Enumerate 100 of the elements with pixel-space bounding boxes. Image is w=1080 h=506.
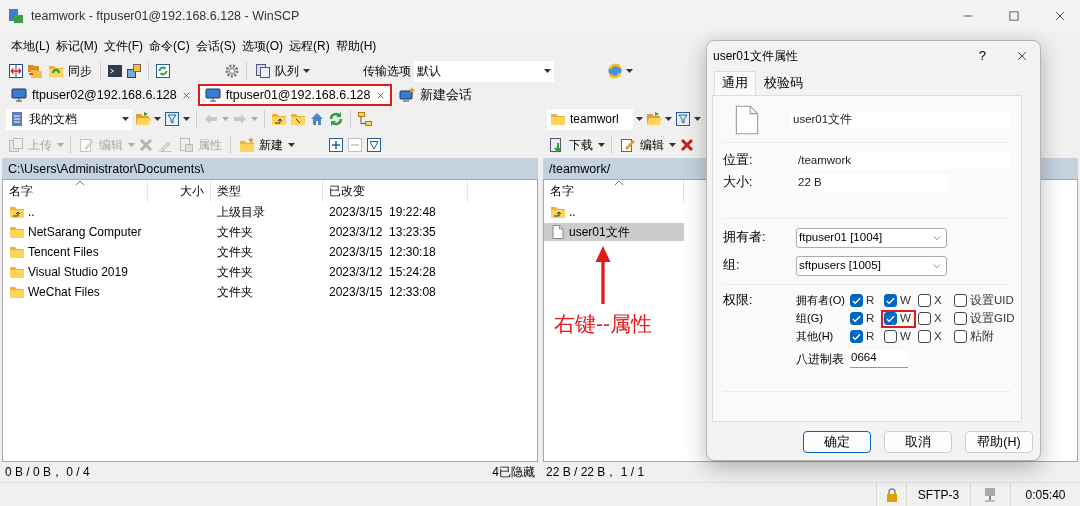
folder-icon: [9, 284, 25, 300]
permission-checkbox[interactable]: R: [847, 327, 880, 346]
file-name[interactable]: WeChat Files: [3, 283, 148, 301]
column-header[interactable]: 名字: [544, 180, 684, 202]
permissions-label: 权限:: [723, 292, 754, 310]
transfer-options-label: 传输选项: [363, 63, 411, 80]
menu-item[interactable]: 选项(O): [238, 35, 286, 57]
queue-button[interactable]: 队列: [253, 61, 312, 81]
selection-status: 0 B / 0 B， 0 / 4: [5, 464, 90, 481]
properties-icon: [178, 137, 194, 153]
permission-checkbox[interactable]: 粘附: [951, 327, 999, 346]
dialog-button[interactable]: 取消: [884, 431, 952, 453]
menu-item[interactable]: 本地(L): [8, 35, 53, 57]
file-name[interactable]: ..: [3, 203, 148, 221]
permission-row-label: 组(G): [796, 311, 824, 327]
modified-cell-text: 2023/3/15 12:30:18: [328, 244, 437, 261]
permission-checkbox[interactable]: X: [915, 327, 947, 346]
filter-icon[interactable]: [164, 111, 180, 127]
session-tab[interactable]: ftpuser01@192.168.6.128: [197, 84, 392, 106]
edit-button[interactable]: 编辑: [618, 135, 666, 155]
dialog-title: user01文件属性: [713, 48, 798, 65]
close-icon[interactable]: [1054, 10, 1066, 22]
download-icon: [549, 137, 565, 153]
location-dropdown[interactable]: 我的文档: [6, 108, 132, 130]
menu-item[interactable]: 文件(F): [100, 35, 146, 57]
column-header[interactable]: 名字: [3, 180, 148, 202]
app-logo-icon: [8, 8, 24, 24]
terminal-icon[interactable]: [107, 63, 123, 79]
computers-icon[interactable]: [126, 63, 142, 79]
sync-button[interactable]: 同步: [46, 61, 94, 81]
type-cell-text: 文件夹: [216, 244, 254, 261]
filter-icon[interactable]: [675, 111, 691, 127]
menu-item[interactable]: 标记(M): [52, 35, 101, 57]
download-button[interactable]: 下载: [547, 135, 595, 155]
delete-icon[interactable]: [679, 137, 695, 153]
monitor-icon: [11, 87, 27, 103]
group-dropdown[interactable]: sftpusers [1005]: [796, 255, 947, 276]
field-value: /teamwork: [796, 151, 1011, 169]
transfer-preset-dropdown[interactable]: 默认: [414, 60, 554, 82]
permission-checkbox[interactable]: W: [881, 309, 916, 328]
session-tab[interactable]: ftpuser02@192.168.6.128: [4, 84, 198, 106]
folder-sync-icon[interactable]: [27, 63, 43, 79]
location-dropdown[interactable]: teamworl: [547, 108, 633, 130]
close-icon[interactable]: [181, 90, 191, 100]
file-name[interactable]: Visual Studio 2019: [3, 263, 148, 281]
checkmark-icon: [851, 295, 862, 306]
menu-item[interactable]: 帮助(H): [332, 35, 380, 57]
owner-dropdown[interactable]: ftpuser01 [1004]: [796, 227, 947, 248]
dialog-tab[interactable]: 通用: [714, 71, 756, 95]
annotation-arrow: [593, 246, 613, 304]
permission-checkbox[interactable]: R: [847, 291, 880, 310]
help-button[interactable]: ?: [978, 46, 986, 66]
maximize-icon[interactable]: [1008, 10, 1020, 22]
file-name[interactable]: NetSarang Computer: [3, 223, 148, 241]
upload-icon: [8, 137, 24, 153]
refresh-icon[interactable]: [328, 111, 344, 127]
refresh-icon[interactable]: [155, 63, 171, 79]
permission-checkbox[interactable]: W: [881, 291, 916, 310]
octal-field[interactable]: 0664: [850, 349, 908, 368]
permission-checkbox[interactable]: 设置GID: [951, 309, 1020, 328]
plus-icon[interactable]: [328, 137, 344, 153]
permission-checkbox[interactable]: W: [881, 327, 916, 346]
compare-icon[interactable]: [8, 63, 24, 79]
close-icon[interactable]: [1016, 50, 1028, 62]
permission-checkbox[interactable]: X: [915, 291, 947, 310]
menu-item[interactable]: 命令(C): [146, 35, 193, 57]
checkmark-icon: [885, 295, 896, 306]
file-name[interactable]: Tencent Files: [3, 243, 148, 261]
modified-cell-text: 2023/3/12 13:23:35: [328, 224, 437, 241]
menu-item[interactable]: 远程(R): [286, 35, 333, 57]
dialog-button[interactable]: 确定: [803, 431, 871, 453]
select-filter-icon[interactable]: [366, 137, 382, 153]
file-name[interactable]: user01文件: [544, 223, 684, 241]
file-icon: [550, 224, 566, 240]
field-value: 22 B: [796, 173, 948, 191]
modified-cell-text: 2023/3/15 12:33:08: [328, 284, 437, 301]
file-name[interactable]: ..: [544, 203, 684, 221]
column-header[interactable]: 大小: [148, 180, 211, 202]
close-icon[interactable]: [375, 90, 385, 100]
menu-item[interactable]: 会话(S): [192, 35, 239, 57]
modified-cell-text: 2023/3/15 19:22:48: [328, 204, 437, 221]
permission-checkbox[interactable]: 设置UID: [951, 291, 1019, 310]
new-button[interactable]: 新建: [237, 135, 285, 155]
file-list[interactable]: 名字 大小 类型 已改变 .. 上级目录 2023/3/15 19:22:48 NetSarang Computer 文件夹 2023/3/12 13:23:35 Tencent Files 文件夹 2023/3/15 12:30:18 Visual Studio 2019 文件夹 2023/3/12 15:24:28 WeChat Files 文件夹 2023/3/15 12:33:08: [2, 179, 538, 462]
session-tab[interactable]: 新建会话: [391, 84, 479, 106]
checkmark-icon: [851, 313, 862, 324]
tree-icon[interactable]: [357, 111, 373, 127]
permission-checkbox[interactable]: X: [915, 309, 947, 328]
dialog-button[interactable]: 帮助(H): [965, 431, 1033, 453]
type-cell-text: 文件夹: [216, 264, 254, 281]
octal-label: 八进制表: [796, 350, 845, 368]
home-icon[interactable]: [309, 111, 325, 127]
parent-directory-icon[interactable]: [271, 111, 287, 127]
permission-checkbox[interactable]: R: [847, 309, 880, 328]
dialog-tab[interactable]: 校验码: [756, 71, 811, 95]
settings-icon[interactable]: [224, 63, 240, 79]
permission-row-label: 其他(H): [796, 329, 835, 345]
column-header[interactable]: 已改变: [323, 180, 468, 202]
column-header[interactable]: 类型: [211, 180, 323, 202]
file-name-field[interactable]: user01文件: [791, 111, 1011, 129]
